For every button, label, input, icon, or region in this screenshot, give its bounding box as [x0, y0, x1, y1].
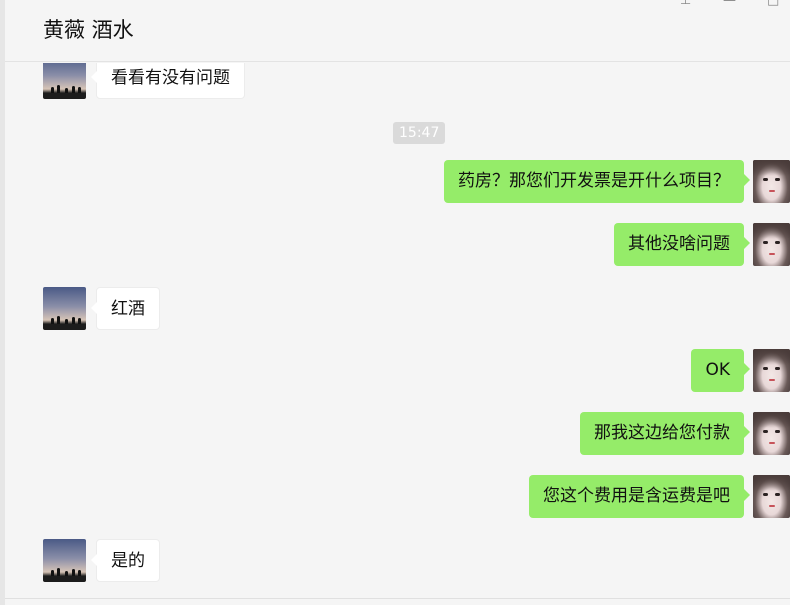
chat-header: 黄薇 酒水 ⊥ — □	[5, 0, 790, 62]
message-list[interactable]: 看看有没有问题 15:47 药房？那您们开发票是开什么项目？ 其他没啥问题 红酒…	[5, 63, 790, 599]
contact-avatar[interactable]	[43, 539, 86, 582]
message-row: 看看有没有问题	[5, 63, 790, 100]
maximize-icon[interactable]: □	[767, 0, 779, 8]
message-row: 是的	[5, 539, 790, 583]
message-row: 您这个费用是含运费是吧	[5, 475, 790, 519]
user-avatar[interactable]	[753, 475, 790, 518]
input-divider	[5, 598, 790, 599]
message-row: OK	[5, 349, 790, 393]
sent-message-bubble[interactable]: 其他没啥问题	[614, 223, 750, 266]
minimize-icon[interactable]: —	[723, 0, 736, 8]
message-row: 其他没啥问题	[5, 223, 790, 267]
message-row: 红酒	[5, 287, 790, 331]
sent-message-bubble[interactable]: 您这个费用是含运费是吧	[529, 475, 750, 518]
received-message-bubble[interactable]: 看看有没有问题	[91, 63, 245, 99]
message-timestamp: 15:47	[393, 122, 446, 144]
user-avatar[interactable]	[753, 160, 790, 203]
received-message-bubble[interactable]: 红酒	[91, 287, 160, 330]
user-avatar[interactable]	[753, 223, 790, 266]
sent-message-bubble[interactable]: 那我这边给您付款	[580, 412, 750, 455]
contact-avatar[interactable]	[43, 63, 86, 99]
contact-avatar[interactable]	[43, 287, 86, 330]
sent-message-bubble[interactable]: 药房？那您们开发票是开什么项目？	[444, 160, 750, 203]
received-message-bubble[interactable]: 是的	[91, 539, 160, 582]
message-row: 药房？那您们开发票是开什么项目？	[5, 160, 790, 204]
pin-icon[interactable]: ⊥	[680, 0, 691, 8]
message-row: 那我这边给您付款	[5, 412, 790, 456]
sent-message-bubble[interactable]: OK	[691, 349, 750, 392]
user-avatar[interactable]	[753, 349, 790, 392]
chat-title: 黄薇 酒水	[43, 18, 134, 42]
user-avatar[interactable]	[753, 412, 790, 455]
